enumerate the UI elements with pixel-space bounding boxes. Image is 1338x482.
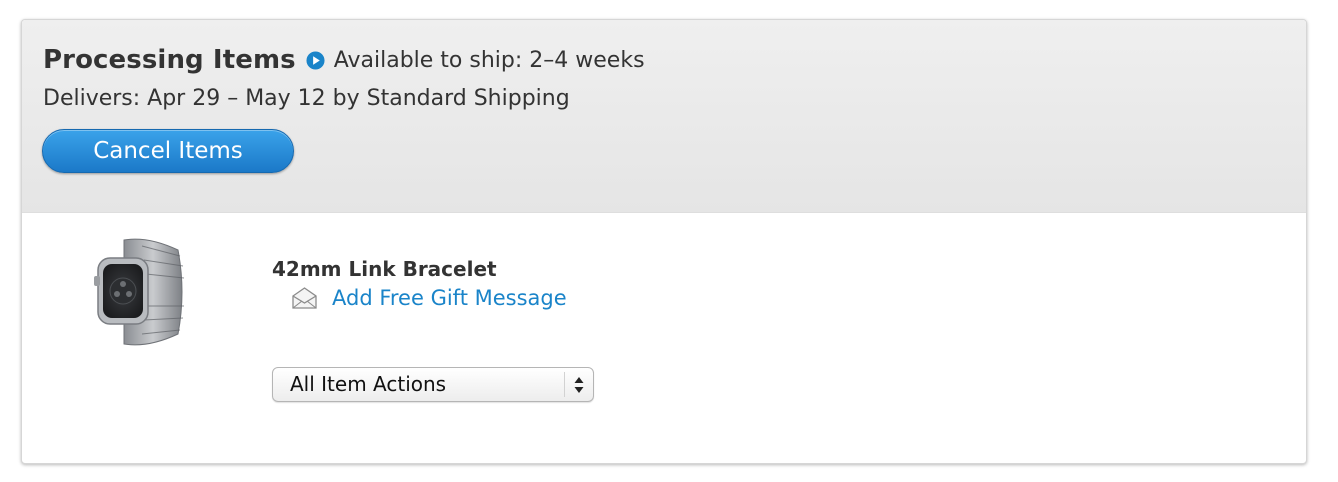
processing-header: Processing Items Available to ship: 2–4 … — [22, 20, 1306, 213]
item-name: 42mm Link Bracelet — [272, 257, 497, 281]
delivery-estimate: Delivers: Apr 29 – May 12 by Standard Sh… — [43, 86, 570, 111]
availability-text: Available to ship: 2–4 weeks — [333, 47, 645, 73]
apple-watch-link-bracelet-image — [94, 238, 185, 346]
envelope-icon — [292, 287, 317, 309]
cancel-items-button[interactable]: Cancel Items — [42, 129, 294, 173]
up-down-arrows-icon — [574, 377, 584, 393]
section-title: Processing Items — [43, 45, 296, 75]
order-item-card: Processing Items Available to ship: 2–4 … — [21, 19, 1307, 464]
gift-message-row[interactable]: Add Free Gift Message — [291, 286, 567, 310]
play-circle-icon — [306, 50, 325, 70]
item-actions-select[interactable]: All Item Actions — [272, 367, 594, 402]
item-actions-selected: All Item Actions — [290, 372, 447, 396]
title-row: Processing Items Available to ship: 2–4 … — [43, 45, 645, 75]
select-divider — [564, 372, 565, 397]
add-gift-message-link[interactable]: Add Free Gift Message — [332, 286, 567, 310]
